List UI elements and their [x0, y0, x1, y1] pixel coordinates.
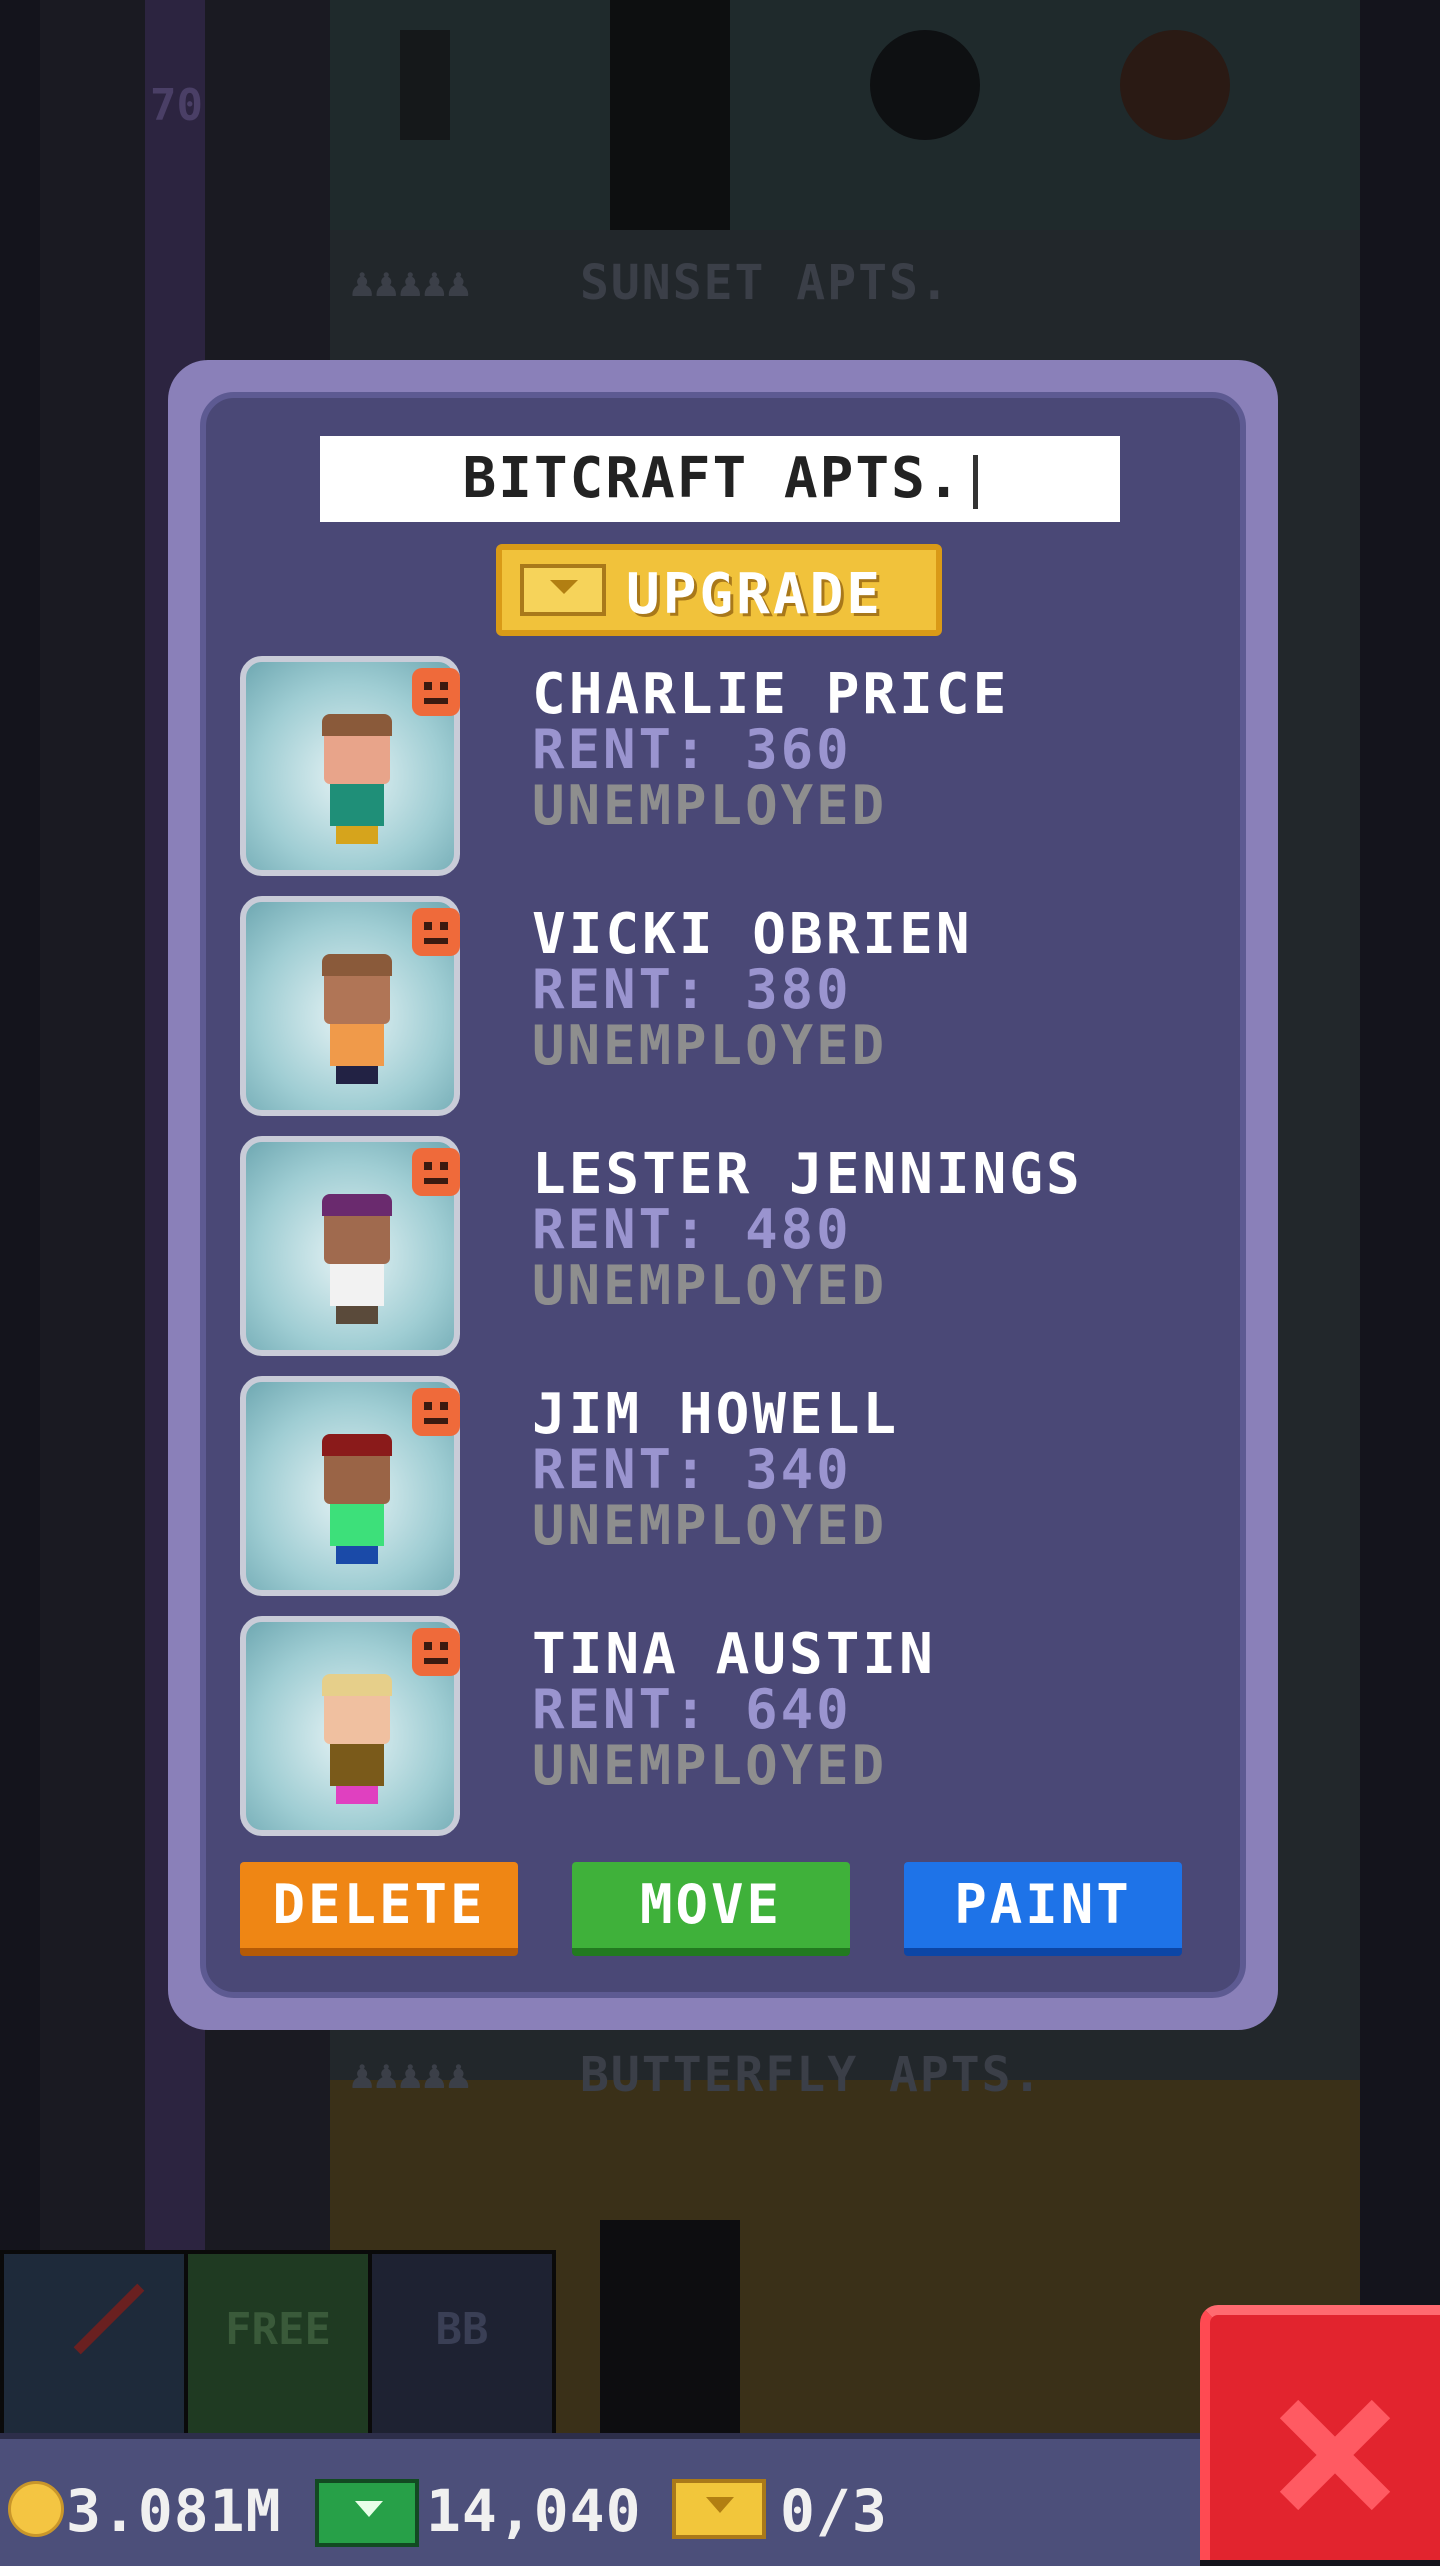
- resident-portrait[interactable]: [240, 1616, 460, 1836]
- resident-job: UNEMPLOYED: [532, 1734, 888, 1797]
- floor-label-bottom: BUTTERFLY APTS.: [580, 2047, 1044, 2103]
- bux-icon: [672, 2479, 766, 2539]
- resident-rent: RENT: 360: [532, 718, 852, 781]
- status-bar: 3.081M 14,040 0/3: [0, 2433, 1200, 2566]
- resident-row[interactable]: CHARLIE PRICE RENT: 360 UNEMPLOYED: [240, 656, 1140, 886]
- resident-rent: RENT: 380: [532, 958, 852, 1021]
- sad-face-icon: [412, 908, 460, 956]
- close-icon: [1280, 2400, 1390, 2510]
- resident-rent: RENT: 340: [532, 1438, 852, 1501]
- sad-face-icon: [412, 1148, 460, 1196]
- delete-button[interactable]: DELETE: [240, 1862, 518, 1956]
- hud-free-label: FREE: [225, 2304, 331, 2355]
- resident-job: UNEMPLOYED: [532, 1494, 888, 1557]
- resident-row[interactable]: VICKI OBRIEN RENT: 380 UNEMPLOYED: [240, 896, 1140, 1126]
- upgrade-label: UPGRADE: [626, 562, 884, 627]
- hud-tool-button[interactable]: [0, 2250, 188, 2448]
- resident-avatar: [316, 1432, 396, 1572]
- resident-avatar: [316, 712, 396, 852]
- resident-portrait[interactable]: [240, 896, 460, 1116]
- resident-portrait[interactable]: [240, 1136, 460, 1356]
- floor-door: [610, 0, 730, 230]
- arrow-icon: [73, 2283, 145, 2355]
- resident-avatar: [316, 1672, 396, 1812]
- cash-icon: [315, 2479, 419, 2547]
- building-name-input[interactable]: BITCRAFT APTS.: [320, 436, 1120, 522]
- floor-rating: ♟♟♟♟♟: [350, 260, 471, 306]
- resident-job: UNEMPLOYED: [532, 1014, 888, 1077]
- resident-portrait[interactable]: [240, 656, 460, 876]
- upgrade-button[interactable]: UPGRADE: [496, 544, 942, 636]
- sad-face-icon: [412, 1628, 460, 1676]
- coin-icon: [8, 2481, 64, 2537]
- floor-number: 70: [150, 80, 203, 131]
- golden-tickets-value: 0/3: [780, 2477, 888, 2545]
- close-button[interactable]: [1200, 2305, 1440, 2560]
- floor-rating: ♟♟♟♟♟: [350, 2052, 471, 2098]
- hud-free-button[interactable]: FREE: [184, 2250, 372, 2448]
- resident-job: UNEMPLOYED: [532, 1254, 888, 1317]
- floor-door: [600, 2220, 740, 2440]
- sad-face-icon: [412, 1388, 460, 1436]
- resident-row[interactable]: LESTER JENNINGS RENT: 480 UNEMPLOYED: [240, 1136, 1140, 1366]
- coins-value: 3.081M: [66, 2477, 282, 2545]
- paint-button[interactable]: PAINT: [904, 1862, 1182, 1956]
- resident-avatar: [316, 1192, 396, 1332]
- resident-rent: RENT: 640: [532, 1678, 852, 1741]
- text-cursor: [972, 454, 978, 509]
- floor-window: [1120, 30, 1230, 140]
- bux-cash-value: 14,040: [426, 2477, 642, 2545]
- floor-door: [400, 30, 450, 140]
- floor-label-top: SUNSET APTS.: [580, 255, 951, 311]
- hud-bb-button[interactable]: BB: [368, 2250, 556, 2448]
- building-name-text: BITCRAFT APTS.: [462, 446, 963, 511]
- bux-icon: [520, 564, 606, 616]
- sad-face-icon: [412, 668, 460, 716]
- resident-row[interactable]: JIM HOWELL RENT: 340 UNEMPLOYED: [240, 1376, 1140, 1606]
- resident-avatar: [316, 952, 396, 1092]
- hud-bb-label: BB: [435, 2304, 489, 2355]
- resident-portrait[interactable]: [240, 1376, 460, 1596]
- move-button[interactable]: MOVE: [572, 1862, 850, 1956]
- resident-rent: RENT: 480: [532, 1198, 852, 1261]
- floor-window: [870, 30, 980, 140]
- resident-job: UNEMPLOYED: [532, 774, 888, 837]
- resident-row[interactable]: TINA AUSTIN RENT: 640 UNEMPLOYED: [240, 1616, 1140, 1846]
